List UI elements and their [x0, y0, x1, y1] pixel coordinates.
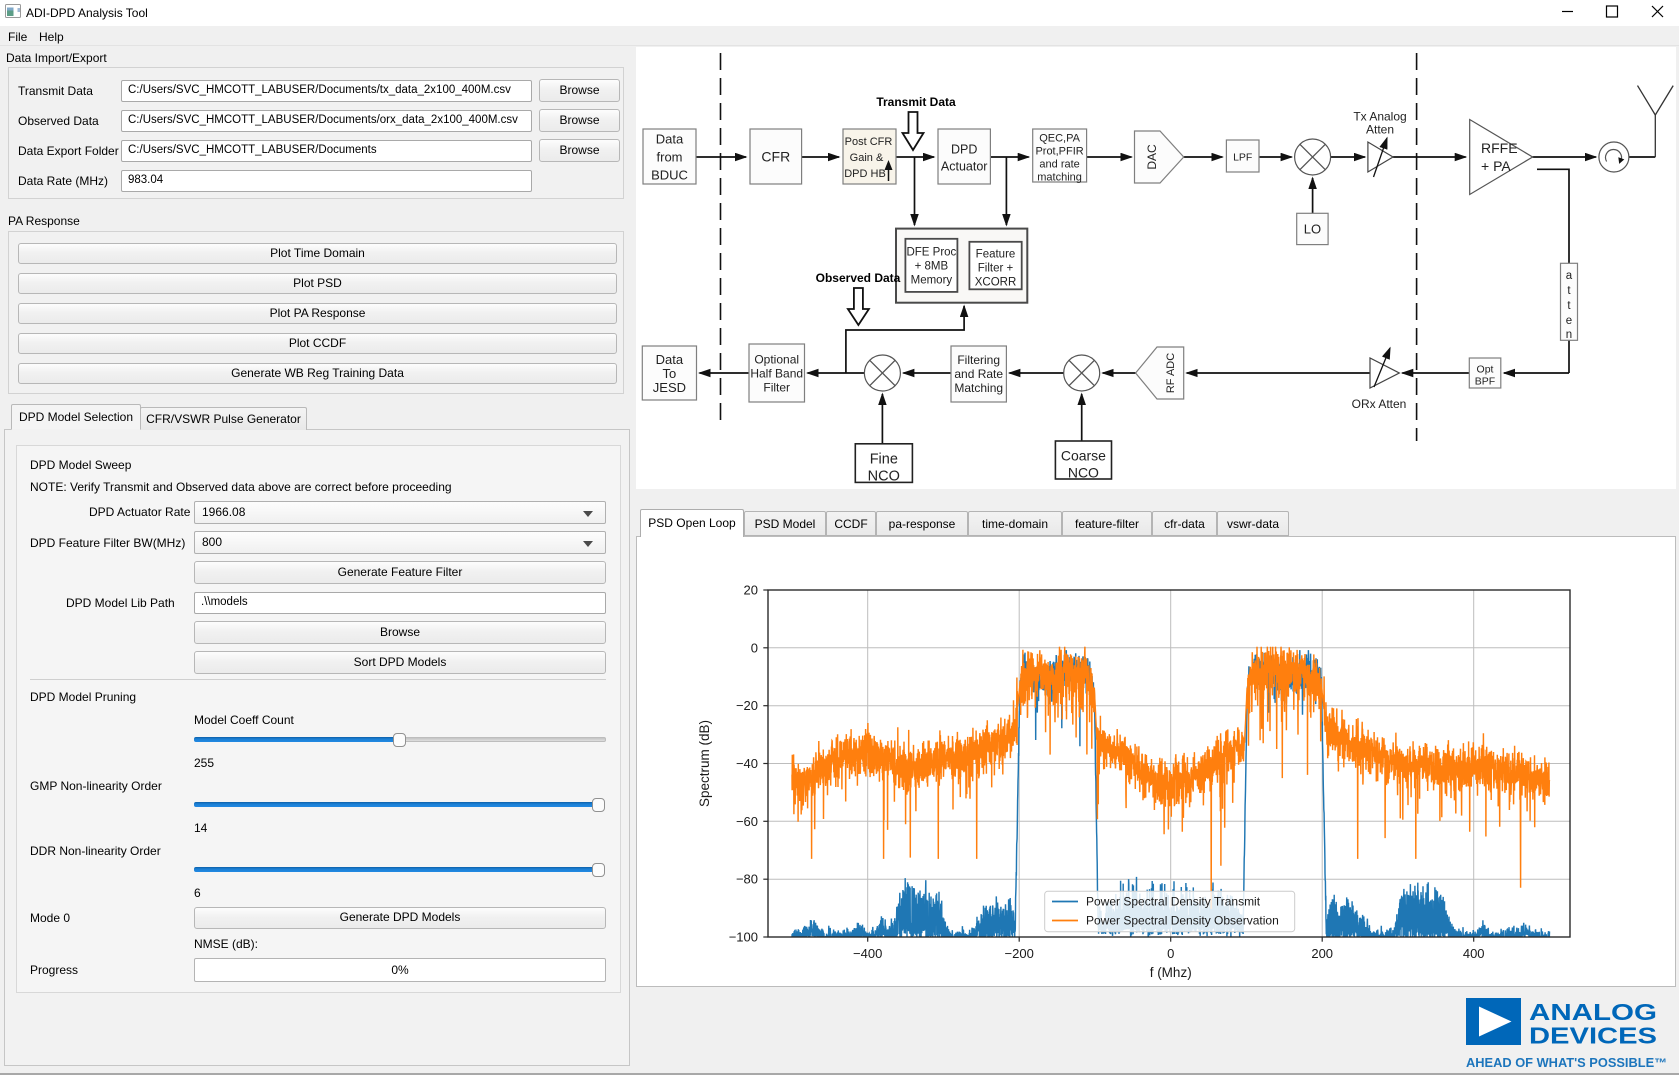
svg-text:+ PA: + PA: [1481, 158, 1511, 174]
svg-text:RF ADC: RF ADC: [1165, 353, 1177, 393]
svg-text:To: To: [663, 366, 677, 381]
svg-text:−80: −80: [736, 872, 758, 887]
svg-text:−60: −60: [736, 814, 758, 829]
svg-text:DEVICES: DEVICES: [1529, 1023, 1657, 1049]
svg-text:QEC,PA: QEC,PA: [1039, 133, 1080, 145]
svg-text:Coarse: Coarse: [1061, 448, 1106, 464]
svg-text:Power Spectral Density Transmi: Power Spectral Density Transmit: [1086, 895, 1261, 909]
svg-text:−400: −400: [853, 946, 882, 961]
svg-text:Data: Data: [656, 132, 684, 147]
svg-text:n: n: [1566, 329, 1572, 341]
svg-text:Post CFR: Post CFR: [845, 136, 893, 148]
svg-text:200: 200: [1311, 946, 1333, 961]
svg-text:Half Band: Half Band: [750, 367, 803, 381]
svg-text:DPD HB: DPD HB: [844, 168, 886, 180]
svg-text:Spectrum (dB): Spectrum (dB): [697, 720, 712, 807]
svg-text:0: 0: [1167, 946, 1174, 961]
svg-text:Feature: Feature: [976, 249, 1016, 261]
svg-text:XCORR: XCORR: [975, 277, 1017, 289]
svg-text:+ 8MB: + 8MB: [915, 261, 949, 273]
svg-text:NCO: NCO: [868, 469, 900, 485]
svg-text:NCO: NCO: [1068, 465, 1099, 481]
svg-text:ANALOG: ANALOG: [1529, 999, 1657, 1025]
svg-text:from: from: [657, 150, 683, 165]
svg-text:Fine: Fine: [870, 452, 898, 468]
svg-text:Data: Data: [656, 352, 684, 367]
svg-text:Power Spectral Density Observa: Power Spectral Density Observation: [1086, 914, 1279, 928]
svg-text:400: 400: [1463, 946, 1485, 961]
svg-text:Transmit Data: Transmit Data: [876, 95, 956, 109]
svg-text:matching: matching: [1037, 172, 1082, 184]
svg-text:Atten: Atten: [1366, 123, 1394, 137]
svg-text:DAC: DAC: [1145, 144, 1159, 170]
svg-text:Filter: Filter: [763, 381, 790, 395]
svg-text:Filtering: Filtering: [957, 353, 1000, 367]
svg-text:a: a: [1566, 270, 1573, 282]
svg-text:−40: −40: [736, 756, 758, 771]
svg-text:CFR: CFR: [761, 149, 790, 165]
svg-text:Gain &: Gain &: [850, 152, 884, 164]
svg-text:RFFE: RFFE: [1481, 140, 1518, 156]
svg-text:LO: LO: [1304, 222, 1321, 237]
svg-text:−100: −100: [729, 930, 758, 945]
svg-text:DPD: DPD: [951, 143, 977, 157]
svg-text:e: e: [1566, 315, 1572, 327]
svg-text:and rate: and rate: [1039, 159, 1079, 171]
svg-text:BDUC: BDUC: [651, 168, 688, 183]
svg-text:Prot,PFIR: Prot,PFIR: [1035, 146, 1083, 158]
svg-text:Memory: Memory: [911, 275, 953, 287]
svg-text:Filter +: Filter +: [978, 263, 1014, 275]
svg-text:Actuator: Actuator: [941, 160, 988, 174]
svg-text:0: 0: [751, 640, 758, 655]
svg-text:ORx Atten: ORx Atten: [1352, 397, 1407, 411]
svg-text:JESD: JESD: [653, 380, 686, 395]
svg-text:Matching: Matching: [954, 381, 1003, 395]
svg-text:Observed Data: Observed Data: [816, 271, 901, 285]
svg-text:−200: −200: [1005, 946, 1034, 961]
svg-text:DFE Proc: DFE Proc: [906, 247, 956, 259]
svg-text:and Rate: and Rate: [954, 367, 1003, 381]
svg-text:LPF: LPF: [1233, 152, 1252, 164]
svg-text:Opt: Opt: [1477, 364, 1494, 376]
svg-text:f (Mhz): f (Mhz): [1150, 965, 1192, 980]
svg-text:20: 20: [744, 583, 758, 598]
svg-text:−20: −20: [736, 698, 758, 713]
svg-text:BPF: BPF: [1475, 376, 1495, 388]
svg-text:Optional: Optional: [754, 353, 799, 367]
svg-text:AHEAD OF WHAT'S POSSIBLE™: AHEAD OF WHAT'S POSSIBLE™: [1466, 1056, 1667, 1070]
svg-text:Tx Analog: Tx Analog: [1353, 110, 1406, 124]
